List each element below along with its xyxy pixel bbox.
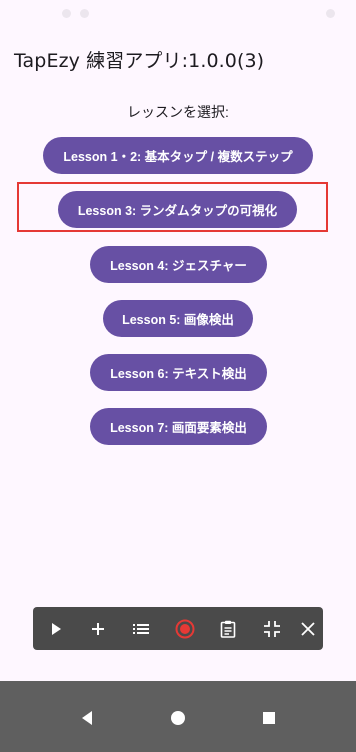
- status-icon: [80, 9, 89, 18]
- recents-icon: [263, 712, 275, 724]
- floating-toolbar: [33, 607, 323, 650]
- list-button[interactable]: [123, 607, 159, 650]
- play-button[interactable]: [38, 607, 74, 650]
- lesson-4-button[interactable]: Lesson 4: ジェスチャー: [90, 246, 267, 283]
- status-bar: [0, 0, 356, 26]
- home-icon: [171, 711, 185, 725]
- lesson-7-button[interactable]: Lesson 7: 画面要素検出: [90, 408, 267, 445]
- record-button[interactable]: [167, 607, 203, 650]
- collapse-icon: [264, 620, 280, 637]
- clipboard-button[interactable]: [210, 607, 246, 650]
- recents-button[interactable]: [251, 703, 287, 733]
- play-icon: [52, 622, 61, 635]
- lesson-6-button[interactable]: Lesson 6: テキスト検出: [90, 354, 267, 391]
- home-button[interactable]: [160, 703, 196, 733]
- collapse-button[interactable]: [254, 607, 290, 650]
- clipboard-icon: [220, 620, 236, 638]
- add-button[interactable]: [80, 607, 116, 650]
- lesson-5-button[interactable]: Lesson 5: 画像検出: [103, 300, 253, 337]
- battery-icon: [326, 9, 335, 18]
- close-icon: [301, 621, 315, 636]
- list-icon: [133, 623, 149, 634]
- lesson-3-button[interactable]: Lesson 3: ランダムタップの可視化: [58, 191, 297, 228]
- lesson-prompt: レッスンを選択:: [127, 104, 229, 120]
- back-icon: [82, 711, 92, 725]
- lesson-1-2-button[interactable]: Lesson 1・2: 基本タップ / 複数ステップ: [43, 137, 313, 174]
- status-icon: [62, 9, 71, 18]
- app-title: TapEzy 練習アプリ:1.0.0(3): [14, 50, 265, 72]
- app-screen: TapEzy 練習アプリ:1.0.0(3) レッスンを選択: Lesson 1・…: [0, 0, 356, 752]
- back-button[interactable]: [69, 703, 105, 733]
- navigation-bar: [0, 681, 356, 752]
- record-icon: [175, 619, 195, 638]
- close-button[interactable]: [290, 607, 326, 650]
- plus-icon: [92, 622, 104, 635]
